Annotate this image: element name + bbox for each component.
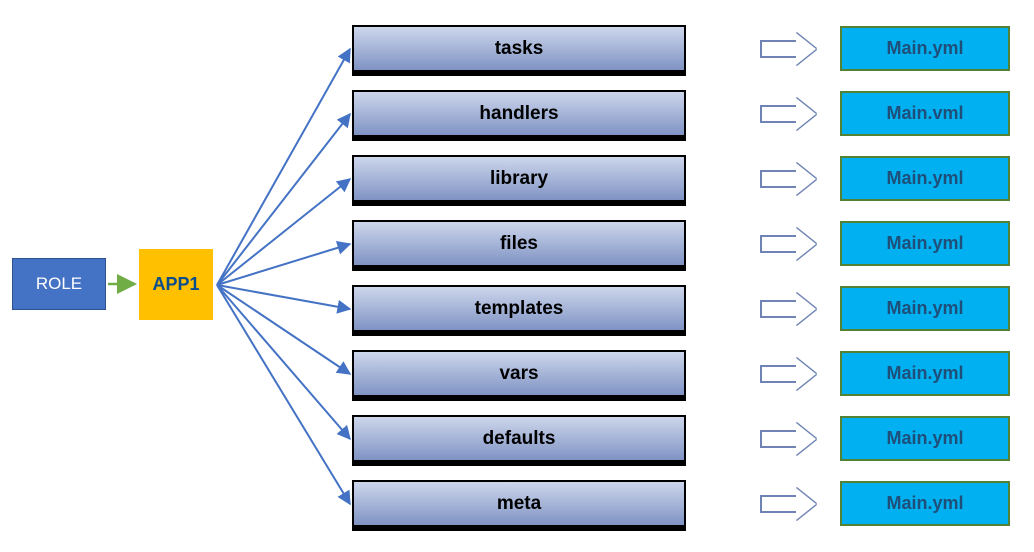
file-label: Main.vml [886,103,963,124]
dir-label: meta [497,493,541,515]
file-label: Main.yml [886,428,963,449]
dir-box-defaults: defaults [352,415,686,462]
block-arrow-icon [760,35,820,63]
dir-box-meta: meta [352,480,686,527]
dir-label: files [500,233,538,255]
block-arrow-icon [760,100,820,128]
fanout-arrows [217,49,350,504]
fanout-arrow [217,179,350,285]
block-arrow-icon [760,165,820,193]
file-label: Main.yml [886,38,963,59]
fanout-arrow [217,285,350,504]
file-box-files: Main.yml [840,221,1010,266]
dir-label: handlers [479,103,558,125]
fanout-arrow [217,285,350,439]
app-label: APP1 [152,274,199,295]
dir-box-files: files [352,220,686,267]
role-box: ROLE [12,258,106,310]
dir-box-vars: vars [352,350,686,397]
fanout-arrow [217,285,350,374]
file-label: Main.yml [886,363,963,384]
fanout-arrow [217,244,350,285]
file-box-library: Main.yml [840,156,1010,201]
fanout-arrow [217,285,350,309]
block-arrow-icon [760,360,820,388]
file-box-handlers: Main.vml [840,91,1010,136]
file-box-templates: Main.yml [840,286,1010,331]
dir-label: library [490,168,548,190]
dir-box-templates: templates [352,285,686,332]
dir-box-library: library [352,155,686,202]
dir-label: tasks [495,38,544,60]
file-label: Main.yml [886,298,963,319]
file-box-tasks: Main.yml [840,26,1010,71]
file-box-meta: Main.yml [840,481,1010,526]
dir-box-tasks: tasks [352,25,686,72]
file-label: Main.yml [886,233,963,254]
file-label: Main.yml [886,493,963,514]
dir-label: templates [475,298,564,320]
role-label: ROLE [36,274,82,294]
block-arrow-icon [760,425,820,453]
dir-label: vars [499,363,538,385]
dir-box-handlers: handlers [352,90,686,137]
dir-label: defaults [483,428,556,450]
block-arrow-icon [760,230,820,258]
app-box: APP1 [137,247,215,322]
diagram-canvas: { "root": { "label": "ROLE" }, "app": { … [0,0,1034,552]
fanout-arrow [217,114,350,285]
block-arrow-icon [760,490,820,518]
fanout-arrow [217,49,350,285]
file-box-vars: Main.yml [840,351,1010,396]
block-arrow-icon [760,295,820,323]
file-box-defaults: Main.yml [840,416,1010,461]
file-label: Main.yml [886,168,963,189]
